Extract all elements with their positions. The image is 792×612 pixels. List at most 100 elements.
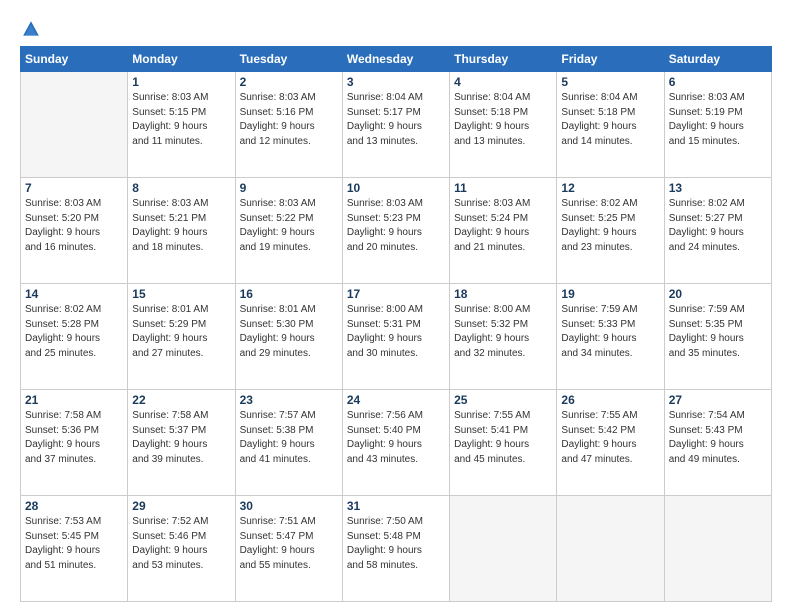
weekday-header: Friday	[557, 47, 664, 72]
day-number: 19	[561, 287, 659, 301]
day-number: 5	[561, 75, 659, 89]
calendar-cell: 26 Sunrise: 7:55 AM Sunset: 5:42 PM Dayli…	[557, 390, 664, 496]
calendar-cell: 19 Sunrise: 7:59 AM Sunset: 5:33 PM Dayli…	[557, 284, 664, 390]
weekday-header: Monday	[128, 47, 235, 72]
day-info: Sunrise: 8:02 AM Sunset: 5:27 PM Dayligh…	[669, 197, 767, 255]
day-number: 10	[347, 181, 445, 195]
day-number: 28	[25, 499, 123, 513]
day-number: 26	[561, 393, 659, 407]
day-info: Sunrise: 8:04 AM Sunset: 5:18 PM Dayligh…	[454, 91, 552, 149]
day-number: 20	[669, 287, 767, 301]
calendar-cell: 8 Sunrise: 8:03 AM Sunset: 5:21 PM Daylig…	[128, 178, 235, 284]
calendar-cell: 16 Sunrise: 8:01 AM Sunset: 5:30 PM Dayli…	[235, 284, 342, 390]
calendar-cell: 23 Sunrise: 7:57 AM Sunset: 5:38 PM Dayli…	[235, 390, 342, 496]
day-number: 21	[25, 393, 123, 407]
day-info: Sunrise: 7:53 AM Sunset: 5:45 PM Dayligh…	[25, 515, 123, 573]
calendar-cell: 4 Sunrise: 8:04 AM Sunset: 5:18 PM Daylig…	[450, 72, 557, 178]
calendar-cell	[664, 496, 771, 602]
calendar-cell: 12Sunrise: 8:02 AM Sunset: 5:25 PM Dayli…	[557, 178, 664, 284]
day-info: Sunrise: 8:03 AM Sunset: 5:21 PM Dayligh…	[132, 197, 230, 255]
day-number: 27	[669, 393, 767, 407]
calendar: SundayMondayTuesdayWednesdayThursdayFrid…	[20, 46, 772, 602]
day-info: Sunrise: 7:50 AM Sunset: 5:48 PM Dayligh…	[347, 515, 445, 573]
page: SundayMondayTuesdayWednesdayThursdayFrid…	[0, 0, 792, 612]
day-info: Sunrise: 7:56 AM Sunset: 5:40 PM Dayligh…	[347, 409, 445, 467]
day-number: 16	[240, 287, 338, 301]
day-info: Sunrise: 8:03 AM Sunset: 5:16 PM Dayligh…	[240, 91, 338, 149]
day-number: 23	[240, 393, 338, 407]
day-info: Sunrise: 8:02 AM Sunset: 5:28 PM Dayligh…	[25, 303, 123, 361]
calendar-cell: 22 Sunrise: 7:58 AM Sunset: 5:37 PM Dayli…	[128, 390, 235, 496]
calendar-cell: 3 Sunrise: 8:04 AM Sunset: 5:17 PM Daylig…	[342, 72, 449, 178]
header	[20, 16, 772, 38]
calendar-cell: 29 Sunrise: 7:52 AM Sunset: 5:46 PM Dayli…	[128, 496, 235, 602]
calendar-cell: 10 Sunrise: 8:03 AM Sunset: 5:23 PM Dayli…	[342, 178, 449, 284]
day-number: 13	[669, 181, 767, 195]
calendar-cell: 17Sunrise: 8:00 AM Sunset: 5:31 PM Dayli…	[342, 284, 449, 390]
day-info: Sunrise: 8:04 AM Sunset: 5:17 PM Dayligh…	[347, 91, 445, 149]
day-info: Sunrise: 8:00 AM Sunset: 5:31 PM Dayligh…	[347, 303, 445, 361]
calendar-cell: 21 Sunrise: 7:58 AM Sunset: 5:36 PM Dayli…	[21, 390, 128, 496]
day-info: Sunrise: 7:51 AM Sunset: 5:47 PM Dayligh…	[240, 515, 338, 573]
calendar-cell: 14Sunrise: 8:02 AM Sunset: 5:28 PM Dayli…	[21, 284, 128, 390]
day-number: 9	[240, 181, 338, 195]
day-info: Sunrise: 7:58 AM Sunset: 5:37 PM Dayligh…	[132, 409, 230, 467]
day-number: 31	[347, 499, 445, 513]
day-number: 24	[347, 393, 445, 407]
calendar-cell: 20 Sunrise: 7:59 AM Sunset: 5:35 PM Dayli…	[664, 284, 771, 390]
calendar-cell: 5 Sunrise: 8:04 AM Sunset: 5:18 PM Daylig…	[557, 72, 664, 178]
day-info: Sunrise: 8:01 AM Sunset: 5:29 PM Dayligh…	[132, 303, 230, 361]
day-number: 3	[347, 75, 445, 89]
day-number: 4	[454, 75, 552, 89]
day-info: Sunrise: 7:55 AM Sunset: 5:42 PM Dayligh…	[561, 409, 659, 467]
day-info: Sunrise: 8:04 AM Sunset: 5:18 PM Dayligh…	[561, 91, 659, 149]
calendar-cell: 25 Sunrise: 7:55 AM Sunset: 5:41 PM Dayli…	[450, 390, 557, 496]
calendar-cell: 2Sunrise: 8:03 AM Sunset: 5:16 PM Daylig…	[235, 72, 342, 178]
day-number: 12	[561, 181, 659, 195]
day-number: 30	[240, 499, 338, 513]
calendar-cell: 7 Sunrise: 8:03 AM Sunset: 5:20 PM Daylig…	[21, 178, 128, 284]
weekday-header: Saturday	[664, 47, 771, 72]
day-info: Sunrise: 7:58 AM Sunset: 5:36 PM Dayligh…	[25, 409, 123, 467]
day-info: Sunrise: 8:03 AM Sunset: 5:23 PM Dayligh…	[347, 197, 445, 255]
day-info: Sunrise: 8:03 AM Sunset: 5:19 PM Dayligh…	[669, 91, 767, 149]
day-info: Sunrise: 7:59 AM Sunset: 5:35 PM Dayligh…	[669, 303, 767, 361]
calendar-cell: 13 Sunrise: 8:02 AM Sunset: 5:27 PM Dayli…	[664, 178, 771, 284]
calendar-cell: 18 Sunrise: 8:00 AM Sunset: 5:32 PM Dayli…	[450, 284, 557, 390]
day-number: 11	[454, 181, 552, 195]
calendar-cell: 11 Sunrise: 8:03 AM Sunset: 5:24 PM Dayli…	[450, 178, 557, 284]
logo	[20, 20, 42, 38]
day-info: Sunrise: 7:52 AM Sunset: 5:46 PM Dayligh…	[132, 515, 230, 573]
day-info: Sunrise: 8:01 AM Sunset: 5:30 PM Dayligh…	[240, 303, 338, 361]
calendar-cell	[557, 496, 664, 602]
calendar-cell: 15 Sunrise: 8:01 AM Sunset: 5:29 PM Dayli…	[128, 284, 235, 390]
day-number: 7	[25, 181, 123, 195]
day-number: 25	[454, 393, 552, 407]
calendar-cell: 27 Sunrise: 7:54 AM Sunset: 5:43 PM Dayli…	[664, 390, 771, 496]
day-info: Sunrise: 7:59 AM Sunset: 5:33 PM Dayligh…	[561, 303, 659, 361]
day-info: Sunrise: 7:57 AM Sunset: 5:38 PM Dayligh…	[240, 409, 338, 467]
day-info: Sunrise: 7:55 AM Sunset: 5:41 PM Dayligh…	[454, 409, 552, 467]
calendar-cell: 24 Sunrise: 7:56 AM Sunset: 5:40 PM Dayli…	[342, 390, 449, 496]
calendar-cell: 6 Sunrise: 8:03 AM Sunset: 5:19 PM Daylig…	[664, 72, 771, 178]
day-number: 15	[132, 287, 230, 301]
weekday-header: Wednesday	[342, 47, 449, 72]
day-number: 1	[132, 75, 230, 89]
day-info: Sunrise: 8:03 AM Sunset: 5:20 PM Dayligh…	[25, 197, 123, 255]
calendar-cell: 30 Sunrise: 7:51 AM Sunset: 5:47 PM Dayli…	[235, 496, 342, 602]
day-number: 8	[132, 181, 230, 195]
calendar-cell	[21, 72, 128, 178]
day-number: 29	[132, 499, 230, 513]
day-info: Sunrise: 8:00 AM Sunset: 5:32 PM Dayligh…	[454, 303, 552, 361]
day-info: Sunrise: 8:03 AM Sunset: 5:22 PM Dayligh…	[240, 197, 338, 255]
weekday-header: Tuesday	[235, 47, 342, 72]
calendar-cell	[450, 496, 557, 602]
day-info: Sunrise: 7:54 AM Sunset: 5:43 PM Dayligh…	[669, 409, 767, 467]
calendar-cell: 31 Sunrise: 7:50 AM Sunset: 5:48 PM Dayli…	[342, 496, 449, 602]
calendar-cell: 9 Sunrise: 8:03 AM Sunset: 5:22 PM Daylig…	[235, 178, 342, 284]
day-number: 6	[669, 75, 767, 89]
day-number: 22	[132, 393, 230, 407]
day-number: 18	[454, 287, 552, 301]
weekday-header: Thursday	[450, 47, 557, 72]
day-info: Sunrise: 8:03 AM Sunset: 5:24 PM Dayligh…	[454, 197, 552, 255]
